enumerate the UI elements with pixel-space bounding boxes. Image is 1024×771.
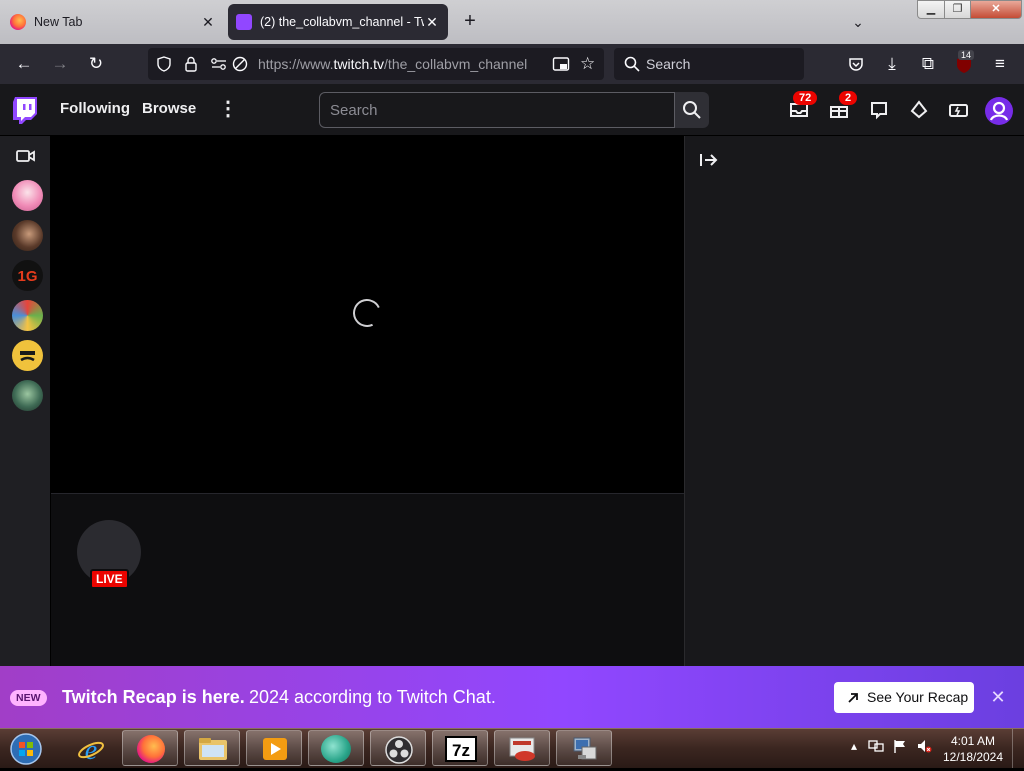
taskbar-app-computer[interactable] bbox=[556, 730, 612, 766]
tab-twitch[interactable]: (2) the_collabvm_channel - Twitch ✕ bbox=[228, 4, 448, 40]
tab-title: New Tab bbox=[34, 15, 83, 29]
taskbar-file-explorer[interactable] bbox=[184, 730, 240, 766]
banner-headline: Twitch Recap is here. bbox=[62, 687, 245, 707]
start-button[interactable] bbox=[6, 732, 46, 766]
followed-channels-camera-icon[interactable] bbox=[16, 148, 36, 164]
tab-new-tab[interactable]: New Tab ✕ bbox=[2, 4, 224, 40]
window-close-button[interactable]: ✕ bbox=[970, 0, 1022, 19]
tracking-protection-icon[interactable] bbox=[156, 56, 172, 72]
taskbar-firefox[interactable] bbox=[122, 730, 178, 766]
svg-text:e: e bbox=[85, 735, 97, 764]
internet-explorer-icon: e bbox=[78, 735, 104, 764]
twitch-logo-icon[interactable] bbox=[12, 96, 38, 124]
sidebar-channel-avatar[interactable] bbox=[12, 300, 43, 331]
clock-time[interactable]: 4:01 AM bbox=[942, 734, 1004, 748]
live-badge: LIVE bbox=[90, 569, 129, 589]
bookmark-star-icon[interactable]: ☆ bbox=[580, 55, 598, 73]
search-placeholder: Search bbox=[646, 56, 691, 72]
show-desktop-button[interactable] bbox=[1012, 729, 1024, 768]
taskbar-app-teal[interactable] bbox=[308, 730, 364, 766]
inbox-count-badge: 72 bbox=[793, 91, 818, 105]
bits-icon[interactable] bbox=[907, 98, 931, 122]
obs-icon bbox=[385, 736, 413, 764]
arrow-up-right-icon bbox=[848, 693, 858, 703]
prime-count-badge: 2 bbox=[839, 91, 858, 105]
url-text[interactable]: https://www.twitch.tv/the_collabvm_chann… bbox=[258, 56, 527, 72]
reload-icon[interactable]: ↻ bbox=[84, 52, 108, 76]
twitch-top-nav: Following Browse ⋮ Search 72 2 bbox=[0, 84, 1024, 136]
back-icon[interactable]: ← bbox=[12, 52, 36, 76]
banner-subline: 2024 according to Twitch Chat. bbox=[249, 687, 496, 707]
search-icon bbox=[624, 56, 640, 72]
chat-panel bbox=[684, 136, 1024, 666]
close-tab-icon[interactable]: ✕ bbox=[200, 14, 216, 31]
teal-app-icon bbox=[321, 735, 351, 763]
close-tab-icon[interactable]: ✕ bbox=[424, 14, 440, 31]
sidebar-channel-avatar[interactable] bbox=[12, 380, 43, 411]
new-pill-badge: NEW bbox=[10, 690, 47, 706]
pocket-icon[interactable] bbox=[844, 52, 868, 76]
show-hidden-icons-icon[interactable]: ▴ bbox=[846, 738, 862, 754]
forward-icon[interactable]: → bbox=[48, 52, 72, 76]
volume-muted-icon[interactable] bbox=[916, 738, 932, 754]
browser-search-bar[interactable]: Search bbox=[614, 48, 804, 80]
sidebar-channel-avatar[interactable] bbox=[12, 220, 43, 251]
taskbar-internet-explorer[interactable]: e bbox=[62, 730, 118, 766]
downloads-icon[interactable]: ⤓ bbox=[880, 52, 904, 76]
picture-in-picture-icon[interactable] bbox=[552, 56, 570, 72]
see-your-recap-button[interactable]: See Your Recap bbox=[834, 682, 974, 713]
media-player-icon bbox=[263, 738, 287, 760]
sidebar-channel-avatar[interactable] bbox=[12, 340, 43, 371]
channel-info-panel bbox=[51, 493, 684, 666]
list-all-tabs-icon[interactable]: ⌄ bbox=[846, 10, 870, 34]
svg-text:1G: 1G bbox=[17, 268, 37, 285]
whispers-icon[interactable] bbox=[867, 98, 891, 122]
twitch-icon bbox=[236, 14, 252, 30]
expand-collapse-chat-icon[interactable] bbox=[698, 150, 720, 170]
action-center-flag-icon[interactable] bbox=[892, 738, 908, 754]
autoplay-blocked-icon[interactable] bbox=[232, 56, 248, 72]
window-minimize-button[interactable]: ▁ bbox=[917, 0, 945, 19]
window-restore-button[interactable]: ❐ bbox=[944, 0, 971, 19]
new-tab-button[interactable]: + bbox=[458, 10, 482, 34]
more-options-icon[interactable]: ⋮ bbox=[218, 98, 238, 122]
user-icon bbox=[989, 101, 1009, 121]
close-banner-icon[interactable]: ✕ bbox=[988, 687, 1008, 707]
tab-title: (2) the_collabvm_channel - Twitch bbox=[260, 15, 424, 29]
taskbar-media-player[interactable] bbox=[246, 730, 302, 766]
navigation-toolbar: ← → ↻ https://www.twitch.tv/the_collabvm… bbox=[0, 44, 1024, 84]
nav-browse[interactable]: Browse bbox=[142, 100, 196, 117]
user-avatar[interactable] bbox=[985, 97, 1013, 125]
taskbar-obs-studio[interactable] bbox=[370, 730, 426, 766]
taskbar-7-zip[interactable]: 7z bbox=[432, 730, 488, 766]
windows-orb-icon bbox=[10, 733, 42, 765]
firefox-icon bbox=[10, 14, 26, 30]
extension-badge: 14 bbox=[958, 50, 975, 60]
extensions-icon[interactable]: ⧉ bbox=[916, 52, 940, 76]
turbo-icon[interactable] bbox=[947, 98, 971, 122]
url-bar[interactable]: https://www.twitch.tv/the_collabvm_chann… bbox=[148, 48, 604, 80]
twitch-search-button[interactable] bbox=[675, 92, 709, 128]
sidebar-channel-avatar[interactable] bbox=[12, 180, 43, 211]
lock-icon[interactable] bbox=[184, 56, 198, 72]
svg-text:7z: 7z bbox=[452, 741, 470, 760]
red-app-icon bbox=[509, 737, 535, 761]
permissions-icon[interactable] bbox=[210, 56, 228, 72]
sidebar-channel-avatar[interactable]: 1G bbox=[12, 260, 43, 291]
7-zip-icon: 7z bbox=[445, 736, 477, 762]
firefox-icon bbox=[137, 735, 165, 763]
recap-button-label: See Your Recap bbox=[867, 689, 969, 705]
network-icon[interactable] bbox=[868, 738, 884, 754]
twitch-search-input[interactable]: Search bbox=[319, 92, 675, 128]
menu-icon[interactable]: ≡ bbox=[988, 52, 1012, 76]
taskbar-app-red[interactable] bbox=[494, 730, 550, 766]
twitch-search-placeholder: Search bbox=[330, 102, 378, 119]
nav-following[interactable]: Following bbox=[60, 100, 130, 117]
search-icon bbox=[683, 101, 701, 119]
clock-date[interactable]: 12/18/2024 bbox=[942, 750, 1004, 764]
folder-icon bbox=[199, 738, 227, 760]
computer-icon bbox=[573, 737, 597, 760]
